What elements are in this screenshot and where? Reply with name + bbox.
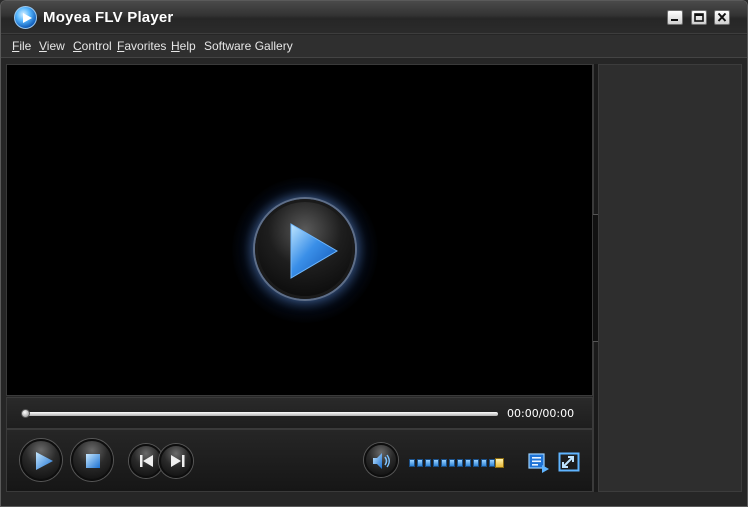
menu-file[interactable]: File xyxy=(12,39,31,53)
menu-favorites-rest: avorites xyxy=(124,39,167,53)
volume-segment xyxy=(417,459,423,467)
next-track-icon xyxy=(171,455,185,467)
volume-segment xyxy=(433,459,439,467)
maximize-icon xyxy=(694,13,704,22)
play-icon xyxy=(36,452,53,470)
video-area[interactable] xyxy=(6,64,593,396)
volume-segment xyxy=(473,459,479,467)
volume-segment xyxy=(449,459,455,467)
seek-thumb[interactable] xyxy=(21,409,30,418)
fullscreen-icon xyxy=(558,452,580,472)
control-panel xyxy=(6,429,593,492)
menu-help-rest: elp xyxy=(179,39,196,53)
stop-icon xyxy=(86,454,100,468)
playlist-panel[interactable] xyxy=(598,64,742,492)
menu-view-rest: iew xyxy=(46,39,65,53)
volume-segment xyxy=(481,459,487,467)
volume-segment xyxy=(457,459,463,467)
close-icon xyxy=(717,13,727,22)
time-display: 00:00/00:00 xyxy=(507,407,575,420)
volume-segment xyxy=(441,459,447,467)
play-logo-icon xyxy=(14,6,37,29)
app-window: Moyea FLV Player File View Control Favor… xyxy=(0,0,748,507)
seek-track[interactable] xyxy=(24,412,498,416)
menu-favorites[interactable]: Favorites xyxy=(117,39,166,53)
menu-file-rest: ile xyxy=(19,39,32,53)
window-title: Moyea FLV Player xyxy=(43,9,174,26)
close-button[interactable] xyxy=(714,10,730,25)
menu-control-rest: ontrol xyxy=(81,39,112,53)
speaker-icon xyxy=(373,453,390,469)
seek-panel: 00:00/00:00 xyxy=(6,397,593,429)
next-track-button[interactable] xyxy=(159,444,193,478)
play-icon xyxy=(290,223,338,279)
playlist-icon xyxy=(528,453,549,473)
menu-bar: File View Control Favorites Help Softwar… xyxy=(1,35,747,58)
title-bar[interactable]: Moyea FLV Player xyxy=(1,1,747,34)
menu-software-gallery[interactable]: Software Gallery xyxy=(204,39,293,53)
play-button[interactable] xyxy=(20,439,62,481)
menu-view[interactable]: View xyxy=(39,39,65,53)
volume-knob[interactable] xyxy=(495,458,504,468)
menu-control[interactable]: Control xyxy=(73,39,112,53)
fullscreen-button[interactable] xyxy=(558,452,580,472)
volume-segment xyxy=(409,459,415,467)
minimize-icon xyxy=(671,19,678,21)
previous-track-button[interactable] xyxy=(129,444,163,478)
volume-button[interactable] xyxy=(364,443,398,477)
playlist-toggle-button[interactable] xyxy=(528,453,550,473)
stop-button[interactable] xyxy=(71,439,113,481)
minimize-button[interactable] xyxy=(667,10,683,25)
maximize-button[interactable] xyxy=(691,10,707,25)
volume-segment xyxy=(465,459,471,467)
volume-slider[interactable] xyxy=(409,458,509,468)
menu-help[interactable]: Help xyxy=(171,39,196,53)
previous-track-icon xyxy=(140,455,153,467)
big-play-button[interactable] xyxy=(255,199,355,299)
volume-segment xyxy=(425,459,431,467)
